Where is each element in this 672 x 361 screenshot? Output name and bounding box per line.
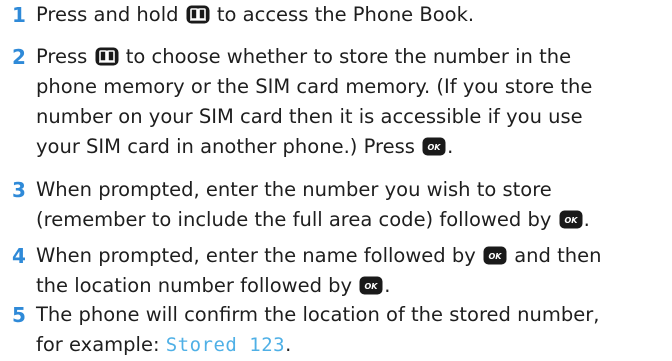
phonebook-key-icon — [186, 5, 210, 24]
step-line: Press and hold to access the Phone Book. — [36, 0, 666, 30]
phonebook-key-icon — [95, 47, 119, 66]
step-text-segment: . — [583, 208, 590, 231]
ok-key-label: OK — [489, 252, 503, 261]
ok-key-label: OK — [564, 216, 578, 225]
ok-key-icon: OK — [483, 246, 507, 265]
step-text: Press to choose whether to store the num… — [36, 42, 666, 162]
display-text: Stored 123 — [165, 334, 286, 356]
step-text: When prompted, enter the number you wish… — [36, 175, 666, 235]
ok-key-icon: OK — [359, 276, 383, 295]
step-line: Press to choose whether to store the num… — [36, 42, 666, 72]
step-text-segment: Press — [36, 45, 94, 68]
step-number: 5 — [12, 303, 26, 327]
ok-key-icon: OK — [559, 210, 583, 229]
step-text: The phone will confirm the location of t… — [36, 300, 666, 360]
step-text-segment: When prompted, enter the name followed b… — [36, 244, 482, 267]
step-number: 2 — [12, 45, 26, 69]
step-line: When prompted, enter the number you wish… — [36, 178, 552, 201]
step-text: Press and hold to access the Phone Book. — [36, 0, 666, 30]
step-text-segment: for example: — [36, 333, 166, 356]
step-number: 3 — [12, 178, 26, 202]
step-number: 1 — [12, 3, 26, 27]
step-line: your SIM card in another phone.) Press O… — [36, 132, 666, 162]
step-text-segment: . — [285, 333, 292, 356]
step-text: When prompted, enter the name followed b… — [36, 241, 666, 301]
step-text-segment: your SIM card in another phone.) Press — [36, 135, 422, 158]
ok-key-icon: OK — [422, 137, 446, 156]
step-text-segment: to choose whether to store the number in… — [119, 45, 572, 68]
step-line: for example: Stored 123. — [36, 330, 666, 360]
step-text-segment: the location number followed by — [36, 274, 359, 297]
step-text-segment: Press and hold — [36, 3, 185, 26]
step-text-segment: to access the Phone Book. — [210, 3, 475, 26]
step-line: The phone will confirm the location of t… — [36, 303, 600, 326]
step-text-segment: (remember to include the full area code)… — [36, 208, 558, 231]
step-text-segment: . — [447, 135, 454, 158]
step-line: phone memory or the SIM card memory. (If… — [36, 75, 593, 98]
step-text-segment: . — [384, 274, 391, 297]
step-number: 4 — [12, 244, 26, 268]
ok-key-label: OK — [428, 143, 442, 152]
step-line: the location number followed by OK. — [36, 271, 666, 301]
step-line: When prompted, enter the name followed b… — [36, 241, 666, 271]
ok-key-label: OK — [365, 282, 379, 291]
step-line: (remember to include the full area code)… — [36, 205, 666, 235]
step-line: number on your SIM card then it is acces… — [36, 105, 583, 128]
step-text-segment: and then — [508, 244, 602, 267]
